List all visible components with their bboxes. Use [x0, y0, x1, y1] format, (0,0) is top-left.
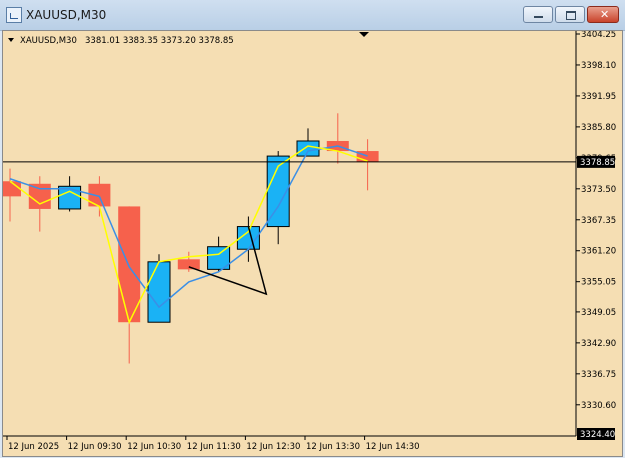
price-label: 3385.80: [581, 123, 616, 133]
time-label: 12 Jun 13:30: [306, 442, 360, 452]
price-label: 3342.90: [581, 339, 616, 349]
symbol-label: XAUUSD,M30: [20, 36, 77, 46]
price-label: 3398.10: [581, 61, 616, 71]
chart-window[interactable]: 3404.253398.103391.953385.803379.653373.…: [2, 30, 623, 457]
current-price-tag: 3378.85: [577, 155, 615, 168]
current-price-label: 3378.85: [580, 158, 615, 168]
candle-body: [118, 206, 141, 323]
candle[interactable]: [147, 254, 171, 323]
price-label: 3367.35: [581, 216, 616, 226]
time-label: 12 Jun 10:30: [127, 442, 181, 452]
maximize-button[interactable]: [555, 6, 585, 23]
chart-window-icon: [6, 7, 22, 23]
ohlc-values: 3381.01 3383.35 3373.20 3378.85: [85, 36, 234, 46]
time-label: 12 Jun 09:30: [68, 442, 122, 452]
close-icon: ✕: [600, 8, 610, 21]
time-label: 12 Jun 2025: [8, 442, 59, 452]
chart-background: [3, 31, 622, 456]
time-label: 12 Jun 14:30: [366, 442, 420, 452]
bottom-price-label: 3324.40: [580, 430, 615, 440]
time-label: 12 Jun 12:30: [246, 442, 300, 452]
price-label: 3361.20: [581, 247, 616, 257]
candle-body: [28, 183, 51, 209]
candle-body: [177, 259, 200, 270]
price-chart[interactable]: 3404.253398.103391.953385.803379.653373.…: [3, 31, 622, 456]
candle-body: [147, 261, 171, 323]
time-label: 12 Jun 11:30: [187, 442, 241, 452]
price-label: 3349.05: [581, 308, 616, 318]
candle-body: [296, 140, 320, 157]
bottom-price-tag: 3324.40: [577, 428, 615, 440]
price-label: 3373.50: [581, 185, 616, 195]
restore-icon: [566, 11, 576, 20]
price-label: 3336.75: [581, 370, 616, 380]
minimize-button[interactable]: [523, 6, 553, 23]
candle-body: [58, 185, 82, 210]
price-label: 3404.25: [581, 31, 616, 40]
window-titlebar: XAUUSD,M30 ✕: [0, 0, 625, 31]
candle-body: [356, 151, 379, 162]
window-title: XAUUSD,M30: [26, 8, 107, 22]
close-button[interactable]: ✕: [587, 6, 619, 23]
price-label: 3355.05: [581, 278, 616, 288]
price-label: 3330.60: [581, 401, 616, 411]
minimize-icon: [534, 16, 543, 18]
price-label: 3391.95: [581, 92, 616, 102]
